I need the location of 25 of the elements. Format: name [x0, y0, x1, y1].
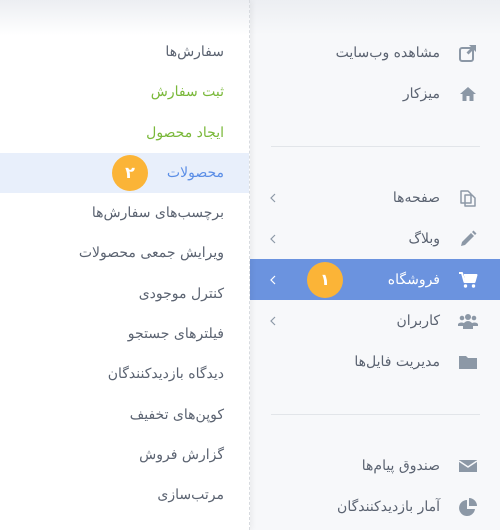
external-link-icon [458, 42, 478, 62]
nav-item[interactable]: فروشگاه ۱ [250, 259, 500, 300]
pencil-icon [458, 228, 478, 248]
nav-item[interactable]: وبلاگ [250, 218, 500, 259]
submenu-item[interactable]: سفارش‌ها [0, 32, 249, 72]
nav-item[interactable]: مشاهده وب‌سایت [250, 32, 500, 73]
submenu-item[interactable]: مرتب‌سازی [0, 475, 249, 516]
nav-item[interactable]: صندوق پیام‌ها [250, 445, 500, 486]
submenu-item[interactable]: کوپن‌های تخفیف [0, 394, 249, 435]
submenu-item[interactable]: گزارش فروش [0, 434, 249, 476]
nav-item[interactable]: صفحه‌ها [250, 177, 500, 218]
submenu-item[interactable]: فیلترهای جستجو [0, 314, 249, 354]
submenu-item[interactable]: دیدگاه بازدیدکنندگان [0, 354, 249, 395]
copy-icon [458, 188, 478, 208]
pie-chart-icon [458, 496, 478, 516]
number-badge: ۲ [112, 155, 148, 192]
submenu-item[interactable]: کنترل موجودی [0, 274, 249, 314]
number-badge: ۱ [307, 262, 343, 298]
nav-item[interactable]: مدیریت فایل‌ها [250, 341, 500, 382]
nav-item[interactable]: میزکار [250, 73, 500, 114]
nav-item[interactable]: کاربران [250, 300, 500, 341]
nav-item[interactable]: آمار بازدیدکنندگان [250, 486, 500, 527]
cart-icon [458, 270, 478, 290]
submenu-item[interactable]: برچسب‌های سفارش‌ها [0, 193, 249, 234]
submenu-item[interactable]: ویرایش جمعی محصولات [0, 233, 249, 274]
